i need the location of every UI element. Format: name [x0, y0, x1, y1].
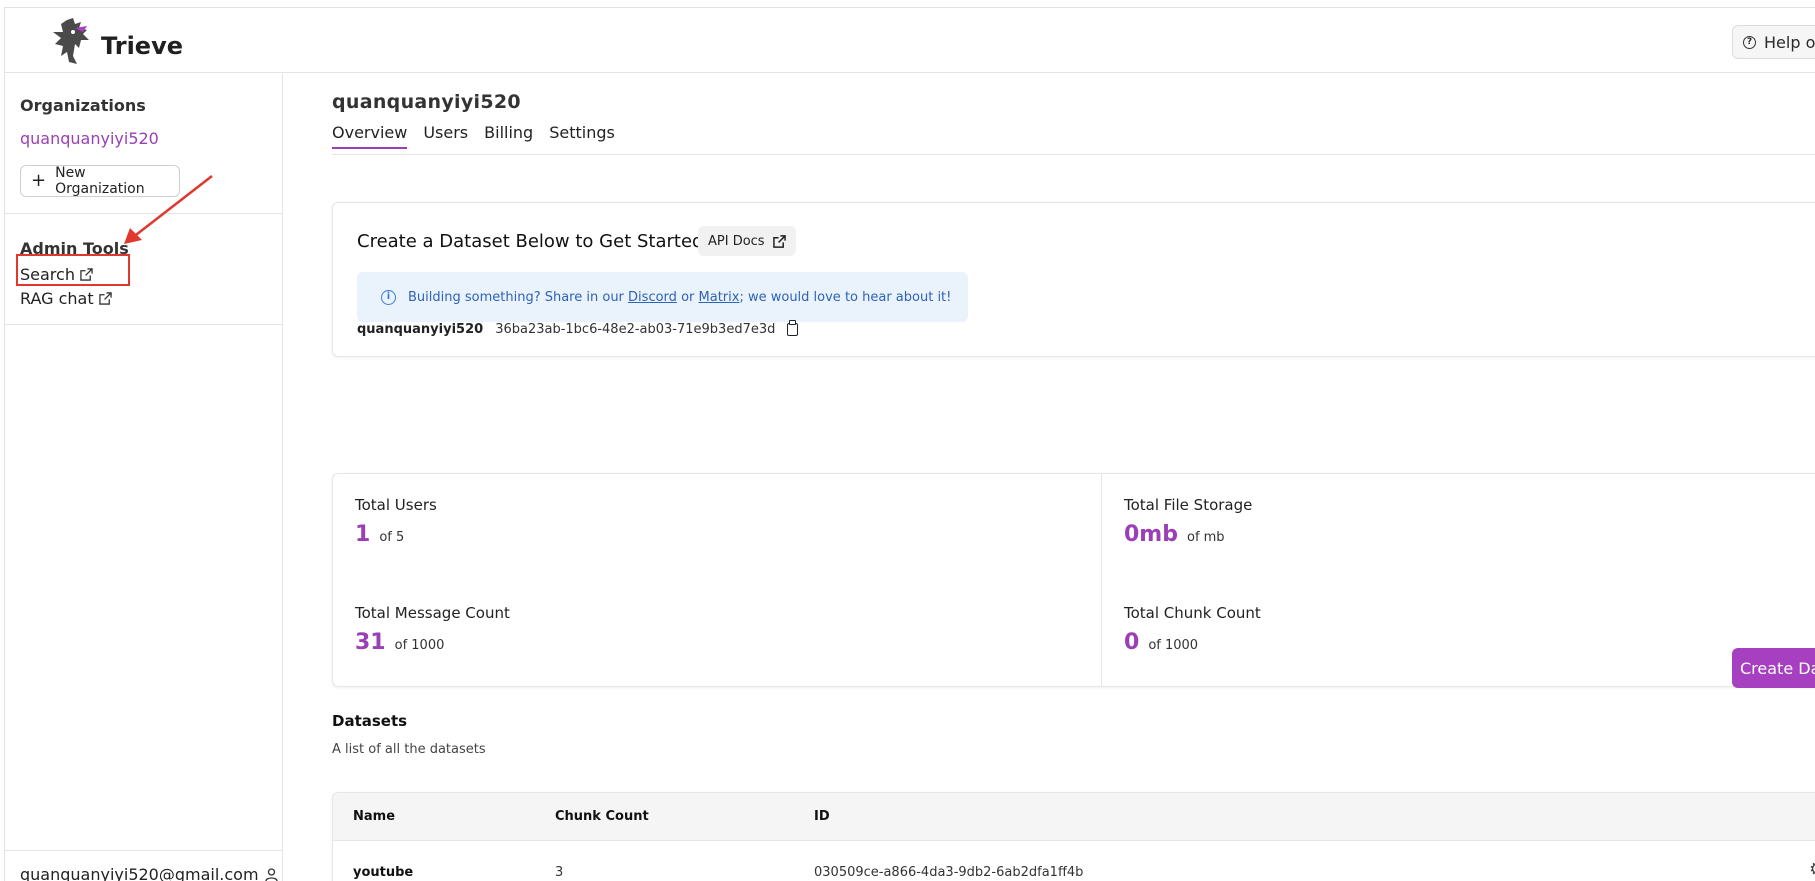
tab-overview[interactable]: Overview [332, 123, 408, 149]
stat-value: 1 [355, 522, 371, 547]
column-header-chunk-count: Chunk Count [555, 809, 649, 824]
stat-total-file-storage: Total File Storage 0mb of mb [1124, 496, 1252, 547]
datasets-heading: Datasets [332, 712, 408, 730]
stat-limit: of 1000 [394, 638, 445, 653]
sidebar: Organizations quanquanyiyi520 + New Orga… [5, 74, 283, 881]
plus-icon: + [31, 170, 47, 191]
stat-label: Total Message Count [355, 604, 510, 622]
stat-limit: of mb [1186, 530, 1225, 545]
organizations-heading: Organizations [20, 96, 146, 115]
get-started-title: Create a Dataset Below to Get Started! [357, 231, 711, 252]
info-suffix: ; we would love to hear about it! [739, 289, 952, 305]
stat-value: 0mb [1124, 522, 1178, 547]
copy-clipboard-icon[interactable] [787, 320, 799, 336]
new-organization-button[interactable]: + New Organization [20, 165, 180, 197]
tab-users[interactable]: Users [423, 123, 468, 149]
stats-divider [1101, 474, 1102, 686]
tab-bar: Overview Users Billing Settings [332, 123, 615, 149]
stat-label: Total File Storage [1124, 496, 1253, 514]
info-prefix: Building something? Share in our [408, 289, 624, 305]
page-title: quanquanyiyi520 [332, 91, 521, 113]
stat-value: 0 [1124, 630, 1140, 655]
sidebar-link-rag-chat[interactable]: RAG chat [20, 289, 112, 308]
datasets-subtitle: A list of all the datasets [332, 742, 486, 757]
gear-icon[interactable]: ⚙ [1809, 859, 1815, 880]
external-link-icon [772, 234, 786, 248]
help-label: Help or C [1764, 32, 1815, 52]
column-header-name: Name [353, 809, 396, 824]
user-account[interactable]: quanquanyiyi520@gmail.com [20, 865, 278, 881]
api-docs-button[interactable]: API Docs [698, 226, 796, 256]
table-header: Name Chunk Count ID [333, 793, 1815, 841]
sidebar-org-link[interactable]: quanquanyiyi520 [20, 129, 159, 148]
brand-name[interactable]: Trieve [101, 32, 183, 60]
org-id-name: quanquanyiyi520 [357, 322, 484, 337]
discord-link[interactable]: Discord [628, 290, 677, 305]
dataset-id: 030509ce-a866-4da3-9db2-6ab2dfa1ff4b [814, 865, 1084, 880]
trieve-logo-icon[interactable] [49, 16, 95, 66]
matrix-link[interactable]: Matrix [699, 290, 740, 305]
tabs-divider [332, 154, 1815, 155]
help-icon: ? [1743, 35, 1756, 49]
sidebar-divider [5, 324, 283, 325]
org-id-row: quanquanyiyi520 36ba23ab-1bc6-48e2-ab03-… [357, 320, 799, 337]
column-header-id: ID [814, 809, 830, 824]
main-content: quanquanyiyi520 Overview Users Billing S… [284, 74, 1815, 881]
create-dataset-button[interactable]: Create Dat [1732, 648, 1815, 688]
dataset-name[interactable]: youtube [353, 865, 413, 880]
user-icon [264, 867, 278, 881]
stat-label: Total Chunk Count [1124, 604, 1261, 622]
tab-billing[interactable]: Billing [484, 123, 533, 149]
info-or: or [681, 289, 695, 305]
sidebar-link-label: RAG chat [20, 289, 94, 308]
tab-settings[interactable]: Settings [549, 123, 615, 149]
new-organization-label: New Organization [55, 165, 145, 197]
help-button[interactable]: ? Help or C [1732, 25, 1815, 59]
annotation-highlight-box [16, 254, 130, 286]
stat-limit: of 5 [379, 530, 405, 545]
stat-value: 31 [355, 630, 386, 655]
info-text: Building something? Share in our Discord… [408, 290, 951, 305]
stat-total-message-count: Total Message Count 31 of 1000 [355, 604, 510, 655]
info-icon: i [381, 289, 396, 305]
top-bar: Trieve ? Help or C [5, 8, 1815, 73]
sidebar-divider [5, 850, 283, 851]
stat-label: Total Users [355, 496, 437, 514]
sidebar-divider [5, 213, 283, 214]
datasets-table: Name Chunk Count ID youtube 3 030509ce-a… [332, 792, 1815, 881]
usage-stats-card: Total Users 1 of 5 Total File Storage 0m… [332, 473, 1815, 687]
stat-total-chunk-count: Total Chunk Count 0 of 1000 [1124, 604, 1261, 655]
external-link-icon [98, 292, 112, 305]
stat-limit: of 1000 [1148, 638, 1199, 653]
org-id-value: 36ba23ab-1bc6-48e2-ab03-71e9b3ed7e3d [495, 322, 776, 337]
user-email: quanquanyiyi520@gmail.com [20, 865, 259, 881]
get-started-card: Create a Dataset Below to Get Started! A… [332, 202, 1815, 357]
stat-total-users: Total Users 1 of 5 [355, 496, 437, 547]
dataset-chunk-count: 3 [555, 865, 564, 880]
info-banner: i Building something? Share in our Disco… [357, 272, 968, 322]
api-docs-label: API Docs [708, 233, 765, 249]
